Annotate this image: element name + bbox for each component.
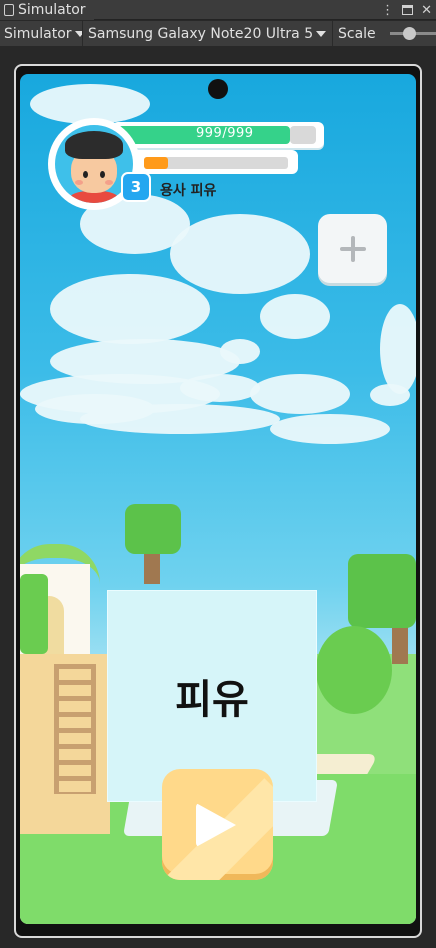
add-button[interactable] (318, 214, 387, 283)
play-button[interactable] (162, 769, 273, 880)
tree-canopy (348, 554, 416, 628)
xp-bar-track (144, 157, 288, 169)
avatar-hair (65, 131, 123, 159)
front-camera (208, 79, 228, 99)
chevron-down-icon (74, 30, 82, 37)
device-dropdown-label: Samsung Galaxy Note20 Ultra 5 (88, 25, 314, 42)
cloud (220, 339, 260, 364)
scale-slider-handle[interactable] (403, 27, 416, 40)
bush (20, 574, 48, 654)
play-icon (196, 803, 236, 847)
scale-label: Scale (338, 25, 376, 42)
hp-text: 999/999 (196, 126, 254, 141)
editor-title-bar: Simulator ⋮ ✕ (0, 0, 436, 20)
cloud (180, 374, 260, 402)
cloud (370, 384, 410, 406)
cloud (50, 274, 210, 344)
bush (316, 626, 392, 714)
avatar-eye (83, 171, 88, 178)
tree-canopy (125, 504, 181, 554)
cloud (80, 404, 280, 434)
cloud (270, 414, 390, 444)
player-name: 용사 피유 (160, 183, 217, 199)
xp-bar-fill (144, 157, 169, 169)
tree-trunk (392, 624, 408, 664)
plus-icon-vertical (351, 236, 355, 262)
simulator-tab[interactable]: Simulator (0, 0, 94, 20)
mode-dropdown-label: Simulator (4, 25, 72, 42)
scale-label-box: Scale (334, 21, 384, 46)
simulator-tab-label: Simulator (18, 2, 86, 18)
avatar-cheek (105, 180, 113, 185)
window-controls: ⋮ ✕ (381, 0, 432, 20)
cloud (380, 304, 416, 394)
xp-bar (132, 150, 298, 174)
maximize-icon[interactable] (402, 5, 414, 15)
device-dropdown[interactable]: Samsung Galaxy Note20 Ultra 5 (84, 21, 333, 46)
mode-dropdown[interactable]: Simulator (0, 21, 83, 46)
avatar-eye (100, 171, 105, 178)
hp-bar: 999/999 (112, 122, 324, 148)
phone-icon (4, 4, 14, 16)
ladder (54, 664, 96, 794)
avatar-cheek (75, 180, 83, 185)
close-icon[interactable]: ✕ (421, 3, 432, 18)
more-options-icon[interactable]: ⋮ (381, 3, 394, 18)
chevron-down-icon (316, 30, 327, 37)
hp-bar-empty (290, 126, 316, 144)
cloud (260, 294, 330, 339)
cloud (170, 214, 310, 294)
simulator-toolbar: Simulator Samsung Galaxy Note20 Ultra 5 … (0, 21, 436, 46)
level-badge: 3 (121, 172, 151, 202)
cloud (250, 374, 350, 414)
